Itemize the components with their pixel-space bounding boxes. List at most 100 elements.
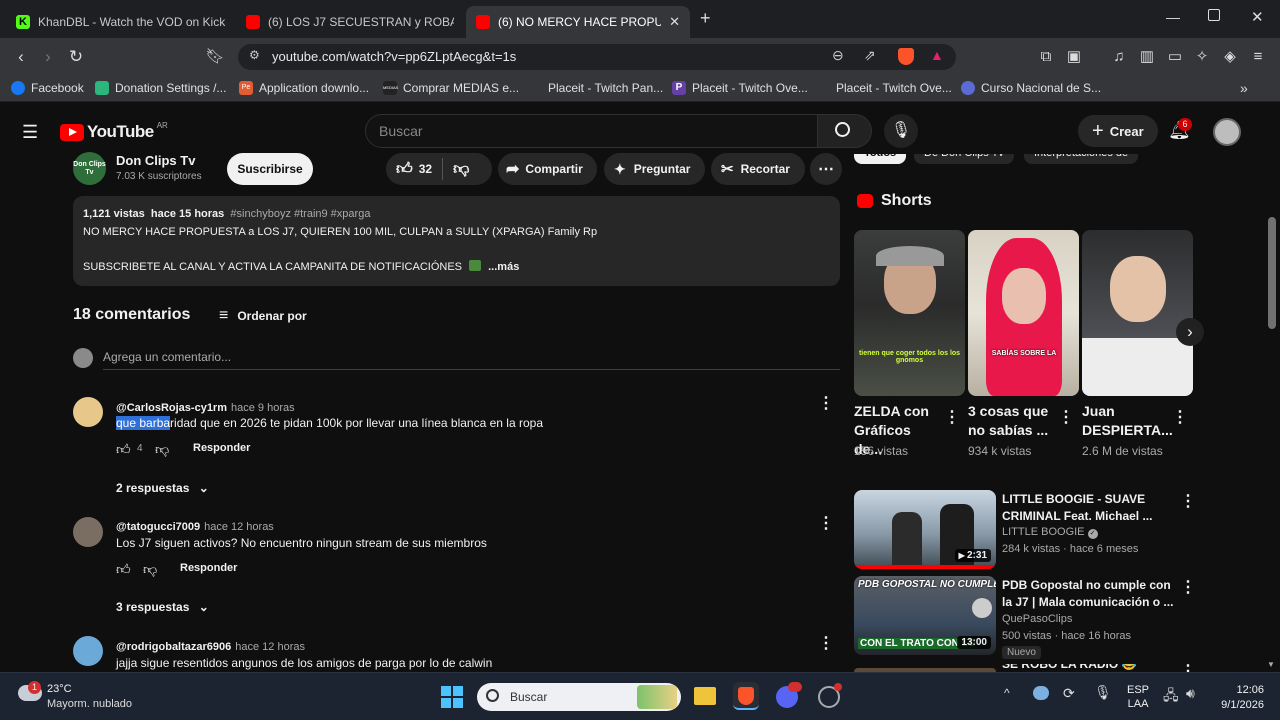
shorts-next-arrow-icon[interactable]: ›: [1176, 318, 1204, 346]
video-thumbnail[interactable]: PDB GOPOSTAL NO CUMPLE CON EL TRATO CON …: [854, 576, 996, 655]
channel-avatar[interactable]: Don Clips Tv: [73, 152, 106, 185]
chip-channel[interactable]: De Don Clips Tv: [914, 154, 1014, 164]
reply-button[interactable]: Responder: [180, 562, 237, 574]
onedrive-icon[interactable]: [1033, 686, 1049, 700]
short-thumbnail[interactable]: [1082, 230, 1193, 396]
extensions-icon[interactable]: ⧉: [1034, 46, 1058, 68]
replies-toggle[interactable]: 2 respuestas ⌄: [116, 481, 209, 495]
commenter-avatar[interactable]: [73, 636, 103, 666]
comment-author[interactable]: @rodrigobaltazar6906: [116, 641, 231, 653]
bookmark-placeit-1[interactable]: Placeit - Twitch Pan...: [528, 81, 663, 95]
share-button[interactable]: ➦ Compartir: [498, 153, 597, 185]
temperature[interactable]: 23°C: [47, 683, 72, 695]
search-input[interactable]: Buscar: [365, 114, 818, 148]
share-icon[interactable]: ⇗: [864, 47, 876, 64]
taskbar-search-box[interactable]: Buscar: [477, 683, 681, 711]
new-tab-button[interactable]: +: [700, 8, 711, 29]
windows-start-icon[interactable]: [441, 686, 463, 708]
wallet-icon[interactable]: ▭: [1163, 46, 1187, 68]
bookmark-placeit-3[interactable]: Placeit - Twitch Ove...: [816, 81, 952, 95]
like-button[interactable]: 👍︎ 32: [386, 160, 432, 179]
subscribe-button[interactable]: Suscribirse: [227, 153, 313, 185]
dislike-button[interactable]: 👎︎: [443, 160, 469, 179]
replies-toggle[interactable]: 3 respuestas ⌄: [116, 600, 209, 614]
commenter-avatar[interactable]: [73, 517, 103, 547]
short-options-icon[interactable]: ⋮: [1172, 410, 1188, 426]
ask-button[interactable]: ✦ Preguntar: [604, 153, 705, 185]
tab-youtube-no-mercy[interactable]: (6) NO MERCY HACE PROPUESTA ✕: [466, 6, 690, 38]
sync-icon[interactable]: ⟳: [1063, 685, 1075, 702]
forward-icon[interactable]: ›: [36, 46, 60, 68]
reload-icon[interactable]: ↻: [64, 46, 88, 68]
short-title[interactable]: Juan DESPIERTA...: [1082, 402, 1173, 440]
tab-youtube-secuestran[interactable]: (6) LOS J7 SECUESTRAN y ROBAN a L: [236, 6, 464, 38]
comment-dislike-icon[interactable]: 👎︎: [155, 441, 169, 458]
video-options-icon[interactable]: ⋮: [1180, 494, 1196, 510]
screenshot-icon[interactable]: ▣: [1062, 46, 1086, 68]
description-box[interactable]: 1,121 vistas hace 15 horas #sinchyboyz #…: [73, 196, 840, 286]
comment-time[interactable]: hace 9 horas: [231, 402, 295, 414]
show-more-link[interactable]: ...más: [488, 261, 519, 273]
commenter-avatar[interactable]: [73, 397, 103, 427]
comment-like-icon[interactable]: 👍︎: [116, 561, 131, 578]
file-explorer-icon[interactable]: [694, 687, 716, 705]
sort-comments-button[interactable]: ≡ Ordenar por: [219, 307, 307, 325]
video-title[interactable]: LITTLE BOOGIE - SUAVE CRIMINAL Feat. Mic…: [1002, 491, 1172, 525]
brave-shields-icon[interactable]: [898, 48, 914, 65]
comment-options-icon[interactable]: ⋮: [818, 396, 834, 412]
close-window-button[interactable]: ✕: [1251, 8, 1264, 26]
url-text[interactable]: youtube.com/watch?v=pp6ZLptAecg&t=1s: [272, 49, 516, 64]
leo-ai-icon[interactable]: ✧: [1190, 46, 1214, 68]
short-options-icon[interactable]: ⋮: [944, 410, 960, 426]
comment-author[interactable]: @CarlosRojas-cy1rm: [116, 402, 227, 414]
video-channel[interactable]: LITTLE BOOGIE ✓: [1002, 526, 1098, 539]
more-actions-button[interactable]: ⋯: [810, 153, 842, 185]
short-thumbnail[interactable]: tienen que coger todos los los gnomos: [854, 230, 965, 396]
bookmark-donation[interactable]: Donation Settings /...: [95, 81, 226, 95]
scroll-down-arrow-icon[interactable]: ▼: [1267, 660, 1275, 669]
clip-button[interactable]: ✂ Recortar: [711, 153, 805, 185]
zoom-icon[interactable]: ⊖: [832, 47, 844, 64]
sidebar-icon[interactable]: ▥: [1135, 46, 1159, 68]
close-tab-icon[interactable]: ✕: [669, 14, 680, 30]
site-info-icon[interactable]: ⚙: [249, 48, 260, 62]
language-indicator[interactable]: ESP LAA: [1127, 683, 1149, 711]
comment-time[interactable]: hace 12 horas: [204, 521, 274, 533]
video-options-icon[interactable]: ⋮: [1180, 664, 1190, 672]
bookmark-placeit-2[interactable]: P Placeit - Twitch Ove...: [672, 81, 808, 95]
minimize-button[interactable]: —: [1166, 9, 1180, 25]
channel-name[interactable]: Don Clips Tv: [116, 153, 195, 168]
vpn-icon[interactable]: ◈: [1218, 46, 1242, 68]
microphone-icon[interactable]: 🎙︎: [1094, 684, 1112, 701]
menu-icon[interactable]: ☰: [22, 122, 38, 143]
youtube-logo[interactable]: YouTube AR: [60, 121, 168, 142]
brave-rewards-icon[interactable]: ▲: [930, 47, 944, 63]
search-button[interactable]: [818, 114, 872, 148]
network-icon[interactable]: 🖧︎: [1163, 685, 1179, 709]
clock[interactable]: 12:06 9/1/2026: [1214, 683, 1264, 713]
video-options-icon[interactable]: ⋮: [1180, 580, 1196, 596]
comment-dislike-icon[interactable]: 👎︎: [143, 561, 157, 578]
page-scrollbar-thumb[interactable]: [1268, 217, 1276, 329]
volume-icon[interactable]: 🔊︎: [1186, 685, 1195, 702]
brave-taskbar-button[interactable]: [733, 682, 759, 710]
tab-kick[interactable]: K KhanDBL - Watch the VOD on Kick: [6, 6, 236, 38]
maximize-button[interactable]: [1208, 9, 1220, 21]
bookmark-application[interactable]: Pe Application downlo...: [239, 81, 369, 95]
comment-time[interactable]: hace 12 horas: [235, 641, 305, 653]
video-thumbnail[interactable]: ▶ 2:31: [854, 490, 996, 569]
add-comment-input[interactable]: Agrega un comentario...: [103, 350, 840, 370]
video-title[interactable]: SE ROBÓ LA RADIO 😂 LOMK |: [1002, 664, 1172, 672]
more-bookmarks-icon[interactable]: »: [1240, 80, 1248, 96]
bookmark-medias[interactable]: MEDIAS Comprar MEDIAS e...: [383, 81, 519, 95]
comment-options-icon[interactable]: ⋮: [818, 636, 834, 652]
bookmark-curso[interactable]: Curso Nacional de S...: [961, 81, 1101, 95]
create-button[interactable]: + Crear: [1078, 115, 1158, 147]
voice-search-icon[interactable]: 🎙︎: [884, 114, 918, 148]
hashtags[interactable]: #sinchyboyz #train9 #xparga: [230, 208, 370, 220]
bookmark-facebook[interactable]: Facebook: [11, 81, 84, 95]
menu-icon[interactable]: ≡: [1246, 46, 1270, 68]
reply-button[interactable]: Responder: [193, 442, 250, 454]
comment-author[interactable]: @tatogucci7009: [116, 521, 200, 533]
short-options-icon[interactable]: ⋮: [1058, 410, 1074, 426]
